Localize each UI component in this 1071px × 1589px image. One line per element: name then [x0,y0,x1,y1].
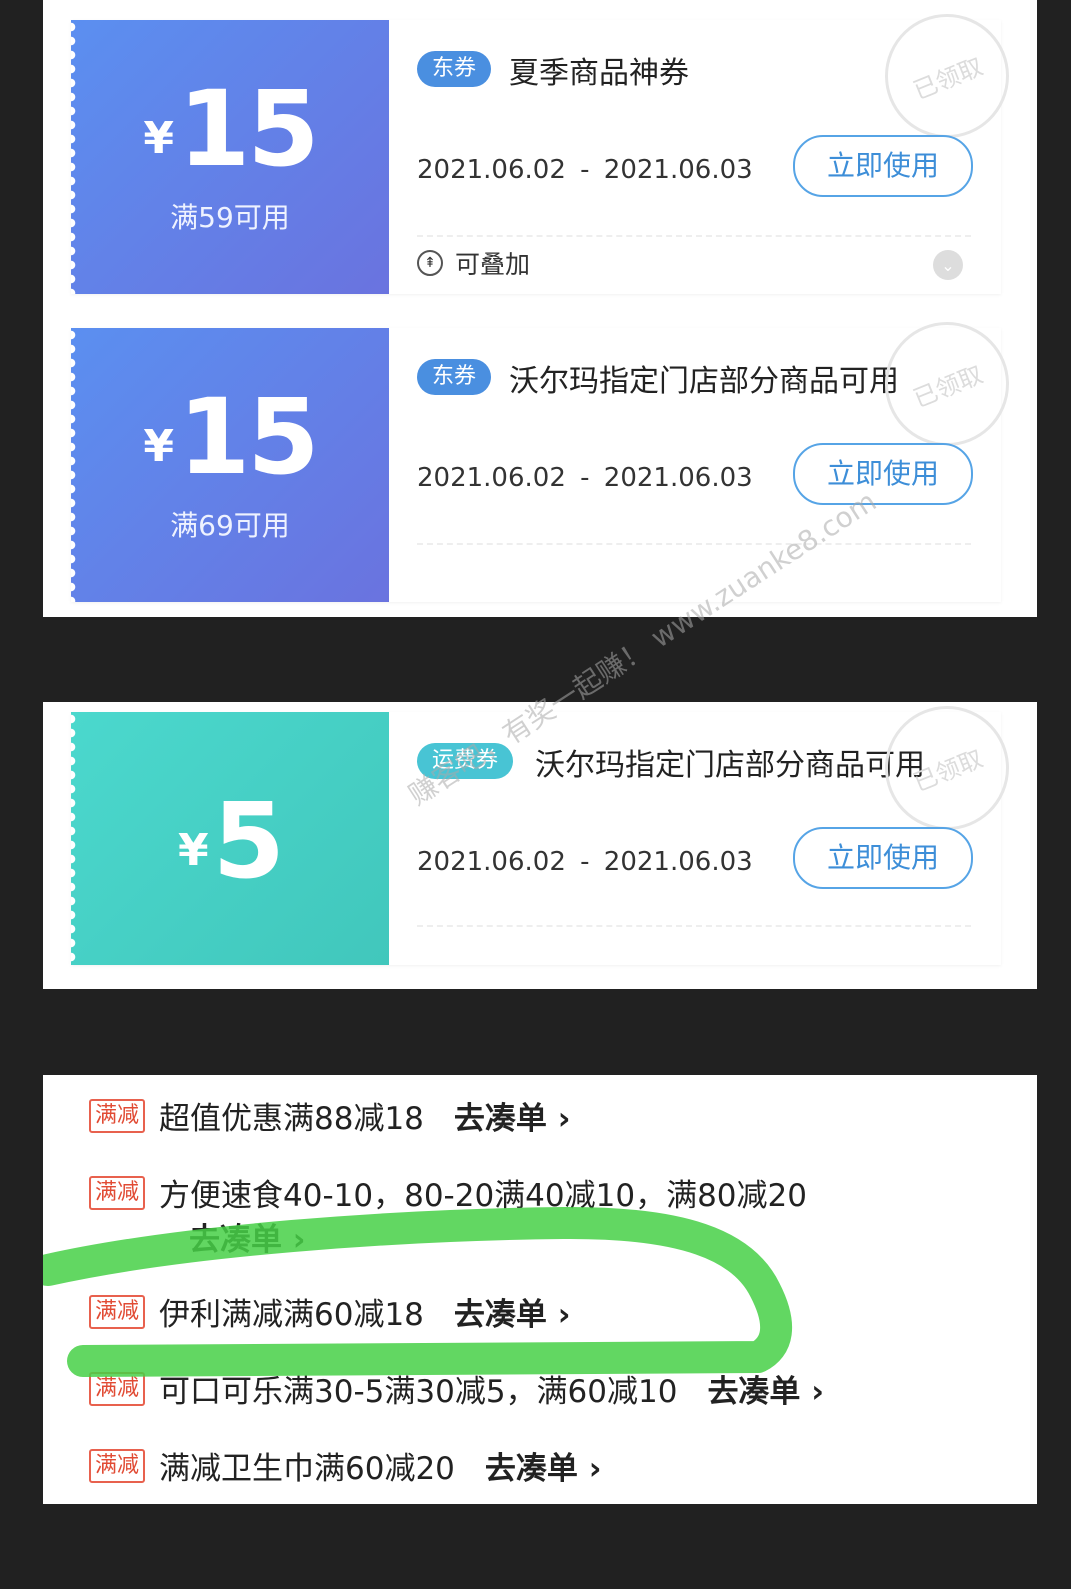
stackable-info: ⇞ 可叠加 [417,245,530,281]
date-start: 2021.06.02 [417,847,566,877]
coupon-value: 5 [212,780,285,902]
use-now-button[interactable]: 立即使用 [793,827,973,889]
coupon-condition: 满69可用 [170,509,290,542]
promotion-row[interactable]: 满减 可口可乐满30-5满30减5，满60减10 去凑单 › [89,1370,824,1414]
promo-tag: 满减 [89,1449,146,1483]
coupon-condition: 满59可用 [170,201,290,234]
promotion-card: 满减 超值优惠满88减18 去凑单 › 满减 方便速食40-10，80-20满40… [43,1075,1037,1504]
date-start: 2021.06.02 [417,463,566,493]
promotion-row[interactable]: 满减 方便速食40-10，80-20满40减10，满80减20 去凑单 › [89,1174,839,1262]
coupon-amount: ¥15 [71,68,389,190]
coupon-card-top: ¥15 满59可用 东券 夏季商品神券 已领取 2021.06.02 - 202… [43,0,1037,617]
stamp-text: 已领取 [909,743,987,797]
coupon-item: ¥15 满59可用 东券 夏季商品神券 已领取 2021.06.02 - 202… [71,0,1028,294]
date-end: 2021.06.03 [603,155,753,185]
claimed-stamp-icon: 已领取 [866,687,1028,849]
promo-text: 方便速食40-10，80-20满40减10，满80减20 [159,1178,807,1214]
divider [417,543,971,545]
promo-text: 超值优惠满88减18 [159,1101,424,1137]
date-start: 2021.06.02 [417,155,566,185]
coupon-type-tag: 东券 [417,51,492,87]
date-end: 2021.06.03 [603,463,753,493]
coupon-validity: 2021.06.02 - 2021.06.03 [417,155,753,185]
date-separator: - [580,155,590,185]
coupon-title: 沃尔玛指定门店部分商品可用 [509,364,899,399]
currency-symbol: ¥ [143,113,174,164]
coupon-type-tag: 运费券 [417,743,514,779]
coupon-amount: ¥15 [71,376,389,498]
promo-text: 伊利满减满60减18 [159,1297,424,1333]
promo-tag: 满减 [89,1099,146,1133]
coupon-value: 15 [177,68,320,190]
go-add-items-link[interactable]: 去凑单 › [454,1101,571,1137]
go-add-items-link[interactable]: 去凑单 › [454,1297,571,1333]
go-add-items-link[interactable]: 去凑单 › [189,1222,306,1258]
go-add-items-link[interactable]: 去凑单 › [485,1451,602,1487]
coupon-stub: ¥5 [71,712,389,965]
promo-tag: 满减 [89,1372,146,1406]
coupon-stub: ¥15 满69可用 [71,328,389,602]
coupon-card-shipping: ¥5 运费券 沃尔玛指定门店部分商品可用 已领取 2021.06.02 - 20… [43,687,1037,989]
divider [417,235,971,237]
coupon-item: ¥15 满69可用 东券 沃尔玛指定门店部分商品可用 已领取 2021.06.0… [71,303,1028,602]
coupon-stub: ¥15 满59可用 [71,20,389,294]
go-add-items-link[interactable]: 去凑单 › [707,1374,824,1410]
coupon-item: ¥5 运费券 沃尔玛指定门店部分商品可用 已领取 2021.06.02 - 20… [71,687,1028,965]
stamp-text: 已领取 [909,359,987,413]
claimed-stamp-icon: 已领取 [866,303,1028,465]
use-now-button[interactable]: 立即使用 [793,443,973,505]
coupon-value: 15 [177,376,320,498]
promotion-row[interactable]: 满减 伊利满减满60减18 去凑单 › [89,1293,571,1337]
divider [417,925,971,927]
stack-icon: ⇞ [417,250,443,276]
promotion-row[interactable]: 满减 满减卫生巾满60减20 去凑单 › [89,1447,602,1491]
coupon-title: 沃尔玛指定门店部分商品可用 [535,748,925,783]
coupon-type-tag: 东券 [417,359,492,395]
date-separator: - [580,463,590,493]
coupon-title: 夏季商品神券 [509,56,689,91]
coupon-validity: 2021.06.02 - 2021.06.03 [417,463,753,493]
promo-text: 满减卫生巾满60减20 [159,1451,455,1487]
promotion-row[interactable]: 满减 超值优惠满88减18 去凑单 › [89,1097,571,1141]
use-now-button[interactable]: 立即使用 [793,135,973,197]
date-separator: - [580,847,590,877]
promo-tag: 满减 [89,1176,146,1210]
promo-text: 可口可乐满30-5满30减5，满60减10 [159,1374,678,1410]
chevron-down-icon[interactable]: ⌄ [933,250,963,280]
coupon-validity: 2021.06.02 - 2021.06.03 [417,847,753,877]
currency-symbol: ¥ [178,825,209,876]
claimed-stamp-icon: 已领取 [866,0,1028,157]
stamp-text: 已领取 [909,51,987,105]
date-end: 2021.06.03 [603,847,753,877]
promo-tag: 满减 [89,1295,146,1329]
currency-symbol: ¥ [143,421,174,472]
coupon-amount: ¥5 [71,780,389,902]
stackable-label: 可叠加 [455,250,531,279]
